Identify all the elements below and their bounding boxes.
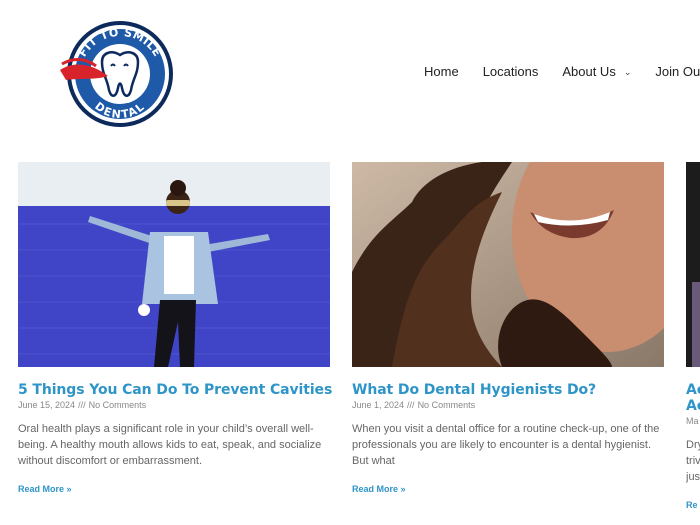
post-meta: Ma xyxy=(686,416,699,426)
logo[interactable]: FIT TO SMILE DENTAL xyxy=(58,18,178,130)
nav-locations[interactable]: Locations xyxy=(483,64,539,79)
post-date: June 15, 2024 xyxy=(18,400,76,410)
post-meta: June 1, 2024///No Comments xyxy=(352,400,475,410)
post-thumbnail[interactable] xyxy=(686,162,700,367)
post-title[interactable]: 5 Things You Can Do To Prevent Cavities xyxy=(18,382,332,398)
read-more-link[interactable]: Re xyxy=(686,500,698,510)
nav-about-us-label: About Us xyxy=(562,64,616,79)
post-comments-link[interactable]: No Comments xyxy=(89,400,147,410)
nav-home[interactable]: Home xyxy=(424,64,459,79)
meta-separator: /// xyxy=(78,400,86,410)
post-thumbnail-child-against-blue-wall[interactable] xyxy=(18,162,330,367)
read-more-link[interactable]: Read More » xyxy=(18,484,72,494)
meta-separator: /// xyxy=(407,400,415,410)
post-card: What Do Dental Hygienists Do? June 1, 20… xyxy=(352,162,664,494)
nav-join-label: Join Our T xyxy=(655,64,700,79)
nav-locations-label: Locations xyxy=(482,64,539,79)
post-card: 5 Things You Can Do To Prevent Cavities … xyxy=(18,162,332,494)
main-nav: Home Locations About Us ⌄ Join Our T xyxy=(424,64,700,79)
chevron-down-icon: ⌄ xyxy=(623,67,632,77)
tooth-logo-icon: FIT TO SMILE DENTAL xyxy=(60,21,173,127)
post-excerpt-line-3: jus xyxy=(686,471,700,483)
post-date: June 1, 2024 xyxy=(352,400,405,410)
post-excerpt: When you visit a dental office for a rou… xyxy=(352,423,660,467)
post-title-line-2[interactable]: Ac xyxy=(686,398,700,414)
post-comments-link[interactable]: No Comments xyxy=(418,400,476,410)
post-excerpt-line-1: Dry xyxy=(686,439,700,451)
post-meta: June 15, 2024///No Comments xyxy=(18,400,146,410)
post-thumbnail-smiling-woman[interactable] xyxy=(352,162,664,367)
post-title[interactable]: What Do Dental Hygienists Do? xyxy=(352,382,596,398)
post-excerpt: Oral health plays a significant role in … xyxy=(18,423,322,467)
post-card: Ac Ac Ma Dry triv jus Re xyxy=(686,162,700,525)
nav-home-label: Home xyxy=(424,64,459,79)
post-excerpt-line-2: triv xyxy=(686,455,700,467)
post-title[interactable]: Ac xyxy=(686,382,700,398)
nav-join-our-team[interactable]: Join Our T xyxy=(655,64,700,79)
nav-about-us[interactable]: About Us ⌄ xyxy=(562,64,631,79)
read-more-link[interactable]: Read More » xyxy=(352,484,406,494)
